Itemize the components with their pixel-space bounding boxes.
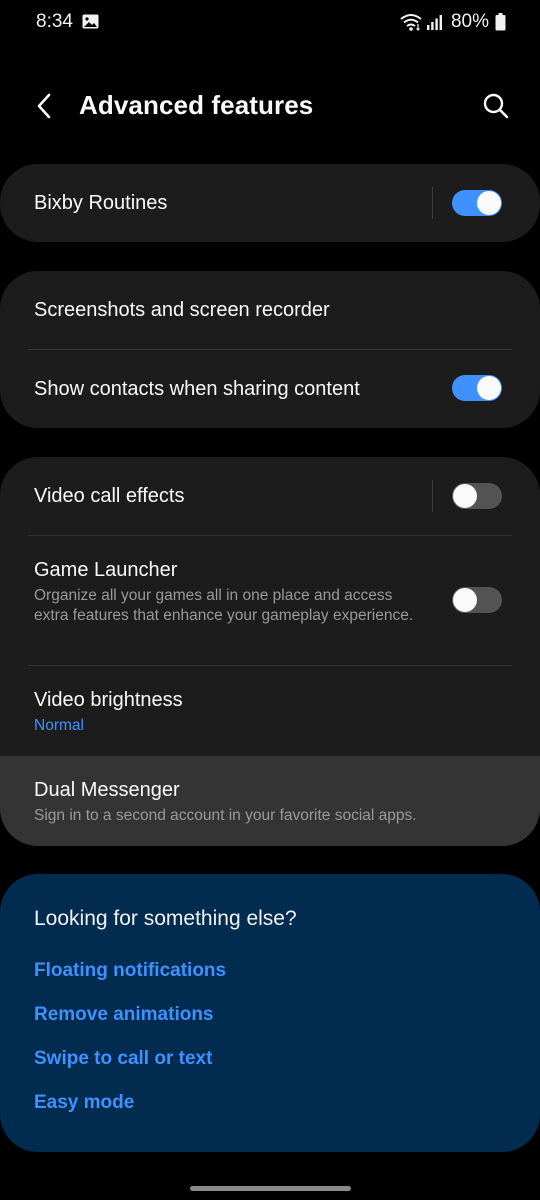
signal-icon (426, 15, 442, 30)
battery-percent: 80% (450, 11, 489, 32)
show-contacts-label: Show contacts when sharing content (34, 378, 360, 400)
video-call-effects-toggle[interactable] (452, 483, 502, 509)
gallery-icon (82, 14, 99, 29)
link-easy-mode[interactable]: Easy mode (34, 1092, 134, 1114)
video-brightness-label: Video brightness (34, 689, 183, 711)
toggle-knob (477, 376, 501, 400)
home-indicator[interactable] (190, 1186, 351, 1191)
video-call-effects-label: Video call effects (34, 485, 185, 507)
game-launcher-toggle[interactable] (452, 587, 502, 613)
media-card: Video call effects Game Launcher Organiz… (0, 457, 540, 846)
search-icon (483, 93, 509, 119)
dual-messenger-row[interactable]: Dual Messenger Sign in to a second accou… (0, 756, 540, 846)
bixby-routines-toggle[interactable] (452, 190, 502, 216)
row-separator (432, 187, 433, 219)
wifi-icon (400, 14, 422, 31)
dual-messenger-description: Sign in to a second account in your favo… (34, 807, 417, 824)
link-remove-animations[interactable]: Remove animations (34, 1004, 214, 1026)
status-bar: 8:34 80% (0, 0, 540, 44)
search-button[interactable] (478, 88, 514, 124)
show-contacts-row[interactable]: Show contacts when sharing content (0, 350, 540, 428)
status-indicators: 80% (400, 11, 506, 33)
video-call-effects-row[interactable]: Video call effects (0, 457, 540, 535)
battery-icon (495, 13, 506, 31)
row-separator (432, 480, 433, 512)
screenshots-row[interactable]: Screenshots and screen recorder (0, 271, 540, 349)
suggestions-card: Looking for something else? Floating not… (0, 874, 540, 1152)
toggle-knob (477, 191, 501, 215)
link-floating-notifications[interactable]: Floating notifications (34, 960, 226, 982)
suggestions-heading: Looking for something else? (34, 907, 297, 930)
bixby-routines-label: Bixby Routines (34, 192, 168, 214)
game-launcher-description: Organize all your games all in one place… (34, 587, 414, 624)
game-launcher-label: Game Launcher (34, 559, 178, 581)
show-contacts-toggle[interactable] (452, 375, 502, 401)
dual-messenger-label: Dual Messenger (34, 779, 180, 801)
video-brightness-value: Normal (34, 717, 84, 734)
game-launcher-row[interactable]: Game Launcher Organize all your games al… (0, 536, 540, 665)
sharing-card: Screenshots and screen recorder Show con… (0, 271, 540, 428)
toggle-knob (453, 588, 477, 612)
back-button[interactable] (26, 88, 62, 124)
page-title: Advanced features (79, 90, 314, 120)
status-time: 8:34 (36, 11, 73, 32)
bixby-card: Bixby Routines (0, 164, 540, 242)
toggle-knob (453, 484, 477, 508)
link-swipe-to-call[interactable]: Swipe to call or text (34, 1048, 212, 1070)
video-brightness-row[interactable]: Video brightness Normal (0, 666, 540, 756)
settings-screen: 8:34 80% Advanced features Bixby Routine… (0, 0, 540, 1200)
chevron-left-icon (37, 93, 51, 119)
app-bar: Advanced features (0, 70, 540, 142)
bixby-routines-row[interactable]: Bixby Routines (0, 164, 540, 242)
screenshots-label: Screenshots and screen recorder (34, 299, 330, 321)
